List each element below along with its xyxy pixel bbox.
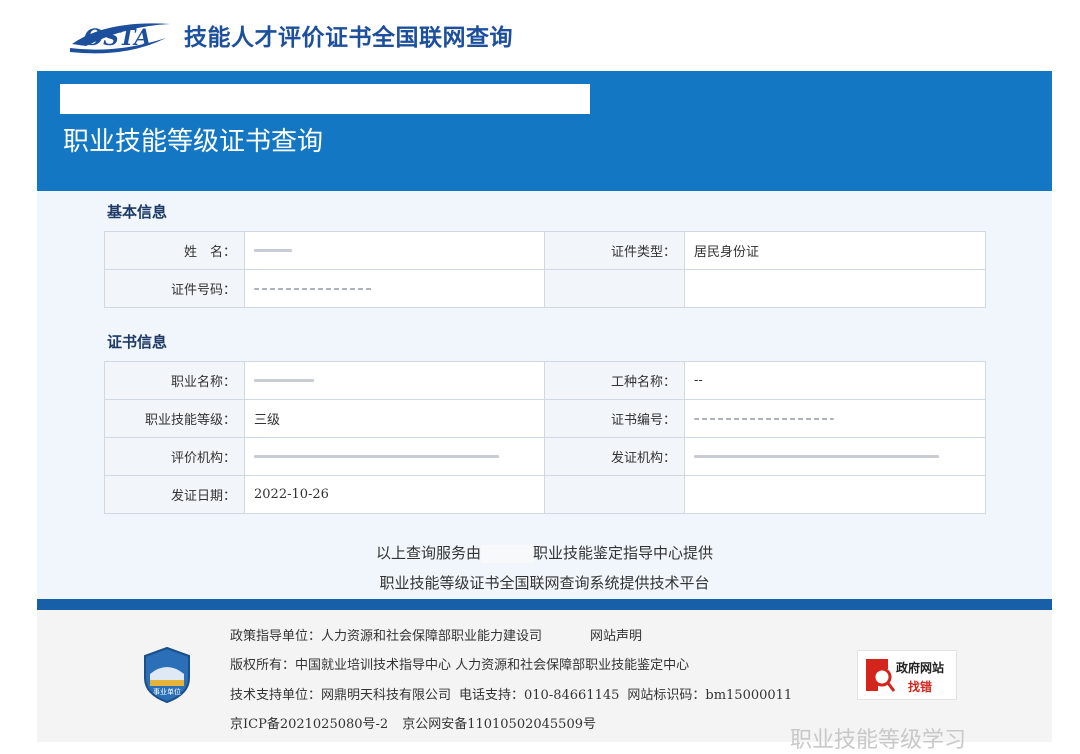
issue-org-label: 发证机构： bbox=[544, 437, 685, 476]
issue-date-value: 2022-10-26 bbox=[244, 475, 545, 514]
site-header: OSTA 技能人才评价证书全国联网查询 bbox=[0, 0, 1080, 70]
id-type-label: 证件类型： bbox=[544, 231, 685, 270]
watermark: 职业技能等级学习 bbox=[790, 728, 967, 753]
provider-suffix: 职业技能鉴定指导中心提供 bbox=[533, 544, 714, 562]
provider-line-1: 以上查询服务由 职业技能鉴定指导中心提供 bbox=[37, 542, 1052, 563]
redacted-block bbox=[60, 84, 590, 114]
issue-date-label: 发证日期： bbox=[104, 475, 245, 514]
institution-badge-icon[interactable]: 事业单位 bbox=[142, 646, 192, 704]
cert-no-value bbox=[684, 399, 986, 438]
footer-policy-row: 政策指导单位：人力资源和社会保障部职业能力建设司 网站声明 bbox=[230, 625, 642, 644]
cert-no-label: 证书编号： bbox=[544, 399, 685, 438]
name-label: 姓 名： bbox=[104, 231, 245, 270]
job-type-label: 工种名称： bbox=[544, 361, 685, 400]
section-title-cert: 证书信息 bbox=[107, 333, 168, 351]
id-number-value bbox=[244, 269, 545, 308]
table-row: 评价机构： 发证机构： bbox=[104, 437, 986, 476]
icp-link[interactable]: 京ICP备2021025080号-2 bbox=[230, 717, 388, 732]
footer-divider bbox=[37, 599, 1052, 610]
footer-support-row: 技术支持单位：网鼎明天科技有限公司 电话支持：010-84661145 网站标识码：… bbox=[230, 684, 792, 703]
site-title: 技能人才评价证书全国联网查询 bbox=[184, 25, 513, 51]
footer-copyright: 版权所有：中国就业培训技术指导中心 人力资源和社会保障部职业技能鉴定中心 bbox=[230, 658, 690, 673]
id-number-label: 证件号码： bbox=[104, 269, 245, 308]
basic-info-table: 姓 名： 证件类型： 居民身份证 证件号码： bbox=[104, 231, 986, 308]
provider-prefix: 以上查询服务由 bbox=[375, 544, 481, 562]
provider-line-2: 职业技能等级证书全国联网查询系统提供技术平台 bbox=[379, 574, 710, 592]
level-value: 三级 bbox=[244, 399, 545, 438]
level-label: 职业技能等级： bbox=[104, 399, 245, 438]
table-row: 职业技能等级： 三级 证书编号： bbox=[104, 399, 986, 438]
section-title-basic: 基本信息 bbox=[107, 203, 168, 221]
empty-cell bbox=[544, 475, 685, 514]
empty-cell bbox=[684, 269, 986, 308]
footer-icp-row: 京ICP备2021025080号-2 京公网安备11010502045509号 bbox=[230, 713, 596, 732]
police-link[interactable]: 京公网安备11010502045509号 bbox=[402, 717, 596, 732]
eval-org-value bbox=[244, 437, 545, 476]
page-title: 职业技能等级证书查询 bbox=[63, 127, 324, 157]
gov-error-label: 找错 bbox=[908, 680, 933, 694]
page-banner: 职业技能等级证书查询 bbox=[37, 71, 1052, 191]
job-type-value: -- bbox=[684, 361, 986, 400]
empty-cell bbox=[544, 269, 685, 308]
footer-site-code: 网站标识码：bm15000011 bbox=[627, 688, 793, 703]
footer-support: 技术支持单位：网鼎明天科技有限公司 bbox=[230, 688, 452, 703]
empty-cell bbox=[684, 475, 986, 514]
magnifier-icon bbox=[866, 659, 896, 692]
id-type-value: 居民身份证 bbox=[684, 231, 986, 270]
badge-text: 事业单位 bbox=[153, 687, 181, 696]
redacted-org bbox=[481, 545, 533, 563]
table-row: 证件号码： bbox=[104, 269, 986, 308]
issue-org-value bbox=[684, 437, 986, 476]
logo-text: OSTA bbox=[84, 25, 151, 51]
table-row: 姓 名： 证件类型： 居民身份证 bbox=[104, 231, 986, 270]
name-value bbox=[244, 231, 545, 270]
table-row: 职业名称： 工种名称： -- bbox=[104, 361, 986, 400]
osta-logo[interactable]: OSTA bbox=[66, 14, 176, 58]
footer-phone: 电话支持：010-84661145 bbox=[459, 688, 620, 703]
footer-policy: 政策指导单位：人力资源和社会保障部职业能力建设司 bbox=[230, 629, 543, 644]
table-row: 发证日期： 2022-10-26 bbox=[104, 475, 986, 514]
gov-error-report-button[interactable]: 政府网站 找错 bbox=[857, 650, 957, 700]
cert-info-table: 职业名称： 工种名称： -- 职业技能等级： 三级 证书编号： 评价机构： 发证… bbox=[104, 361, 986, 514]
statement-link[interactable]: 网站声明 bbox=[590, 629, 642, 644]
eval-org-label: 评价机构： bbox=[104, 437, 245, 476]
occupation-label: 职业名称： bbox=[104, 361, 245, 400]
gov-label: 政府网站 bbox=[896, 661, 945, 675]
occupation-value bbox=[244, 361, 545, 400]
